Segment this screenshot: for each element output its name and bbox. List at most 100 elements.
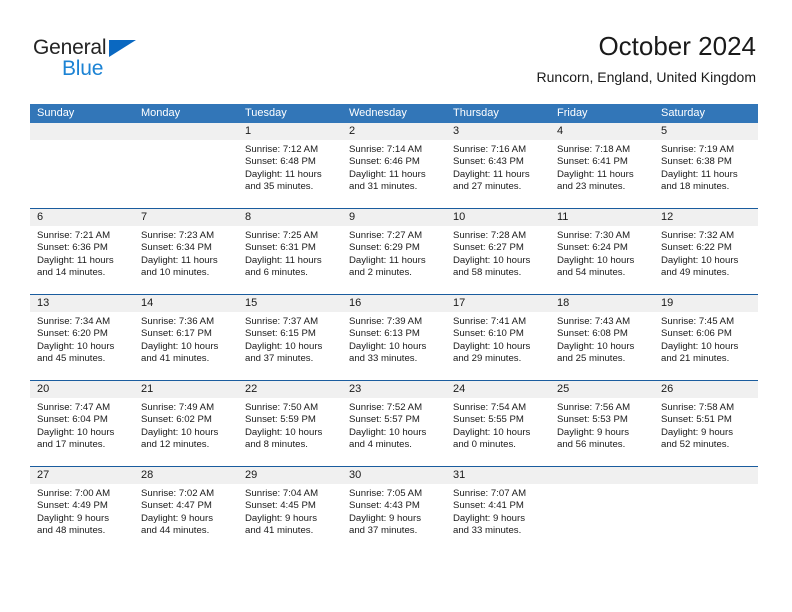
sunrise-text: Sunrise: 7:36 AM	[141, 316, 215, 327]
day-cell-12[interactable]: 12 Sunrise: 7:32 AM Sunset: 6:22 PM Dayligh…	[654, 209, 758, 294]
day-details: Sunrise: 7:18 AM Sunset: 6:41 PM Daylight:…	[550, 140, 654, 194]
sunset-text: Sunset: 5:57 PM	[349, 414, 420, 426]
daylight-text-line2: and 35 minutes.	[245, 181, 314, 193]
sunset-text: Sunset: 6:13 PM	[349, 328, 420, 340]
day-cell-30[interactable]: 30 Sunrise: 7:05 AM Sunset: 4:43 PM Dayligh…	[342, 467, 446, 552]
day-number: 19	[654, 295, 758, 312]
day-cell-3[interactable]: 3 Sunrise: 7:16 AM Sunset: 6:43 PM Daylight…	[446, 123, 550, 208]
daylight-text-line2: and 48 minutes.	[37, 525, 106, 537]
day-cell-23[interactable]: 23 Sunrise: 7:52 AM Sunset: 5:57 PM Dayligh…	[342, 381, 446, 466]
day-cell-17[interactable]: 17 Sunrise: 7:41 AM Sunset: 6:10 PM Dayligh…	[446, 295, 550, 380]
daylight-text-line2: and 10 minutes.	[141, 267, 210, 279]
daylight-text-line2: and 31 minutes.	[349, 181, 418, 193]
daylight-text-line1: Daylight: 9 hours	[349, 512, 421, 524]
day-cell-11[interactable]: 11 Sunrise: 7:30 AM Sunset: 6:24 PM Dayligh…	[550, 209, 654, 294]
day-number: 24	[446, 381, 550, 398]
sunset-text: Sunset: 6:24 PM	[557, 242, 628, 254]
day-number: 7	[134, 209, 238, 226]
day-details: Sunrise: 7:32 AM Sunset: 6:22 PM Daylight:…	[654, 226, 758, 280]
weekday-header-friday: Friday	[557, 107, 588, 119]
day-cell-19[interactable]: 19 Sunrise: 7:45 AM Sunset: 6:06 PM Dayligh…	[654, 295, 758, 380]
day-details: Sunrise: 7:16 AM Sunset: 6:43 PM Daylight:…	[446, 140, 550, 194]
day-number: 20	[30, 381, 134, 398]
day-cell-8[interactable]: 8 Sunrise: 7:25 AM Sunset: 6:31 PM Daylight…	[238, 209, 342, 294]
day-details: Sunrise: 7:19 AM Sunset: 6:38 PM Daylight:…	[654, 140, 758, 194]
sunrise-text: Sunrise: 7:27 AM	[349, 230, 423, 241]
day-details: Sunrise: 7:34 AM Sunset: 6:20 PM Daylight:…	[30, 312, 134, 366]
day-number	[550, 467, 654, 484]
day-cell-15[interactable]: 15 Sunrise: 7:37 AM Sunset: 6:15 PM Dayligh…	[238, 295, 342, 380]
sunset-text: Sunset: 4:43 PM	[349, 500, 420, 512]
day-cell-4[interactable]: 4 Sunrise: 7:18 AM Sunset: 6:41 PM Daylight…	[550, 123, 654, 208]
day-cell-20[interactable]: 20 Sunrise: 7:47 AM Sunset: 6:04 PM Dayligh…	[30, 381, 134, 466]
daylight-text-line1: Daylight: 11 hours	[453, 168, 530, 180]
day-cell-27[interactable]: 27 Sunrise: 7:00 AM Sunset: 4:49 PM Dayligh…	[30, 467, 134, 552]
sunrise-text: Sunrise: 7:04 AM	[245, 488, 319, 499]
calendar-weeks: 1 Sunrise: 7:12 AM Sunset: 6:48 PM Daylight…	[30, 123, 758, 552]
sunrise-text: Sunrise: 7:00 AM	[37, 488, 111, 499]
day-cell-31[interactable]: 31 Sunrise: 7:07 AM Sunset: 4:41 PM Dayligh…	[446, 467, 550, 552]
day-cell-16[interactable]: 16 Sunrise: 7:39 AM Sunset: 6:13 PM Dayligh…	[342, 295, 446, 380]
day-cell-10[interactable]: 10 Sunrise: 7:28 AM Sunset: 6:27 PM Dayligh…	[446, 209, 550, 294]
sunset-text: Sunset: 6:04 PM	[37, 414, 108, 426]
daylight-text-line2: and 17 minutes.	[37, 439, 106, 451]
day-cell-25[interactable]: 25 Sunrise: 7:56 AM Sunset: 5:53 PM Dayligh…	[550, 381, 654, 466]
sunset-text: Sunset: 6:38 PM	[661, 156, 732, 168]
day-cell-1[interactable]: 1 Sunrise: 7:12 AM Sunset: 6:48 PM Daylight…	[238, 123, 342, 208]
day-cell-2[interactable]: 2 Sunrise: 7:14 AM Sunset: 6:46 PM Daylight…	[342, 123, 446, 208]
daylight-text-line2: and 54 minutes.	[557, 267, 626, 279]
day-cell-empty	[30, 123, 134, 208]
day-cell-28[interactable]: 28 Sunrise: 7:02 AM Sunset: 4:47 PM Dayligh…	[134, 467, 238, 552]
day-details: Sunrise: 7:41 AM Sunset: 6:10 PM Daylight:…	[446, 312, 550, 366]
day-details: Sunrise: 7:49 AM Sunset: 6:02 PM Daylight:…	[134, 398, 238, 452]
calendar-grid: Sunday Monday Tuesday Wednesday Thursday Frid…	[30, 104, 758, 552]
sunrise-text: Sunrise: 7:18 AM	[557, 144, 631, 155]
daylight-text-line2: and 37 minutes.	[245, 353, 314, 365]
sunrise-text: Sunrise: 7:25 AM	[245, 230, 319, 241]
sunrise-text: Sunrise: 7:50 AM	[245, 402, 319, 413]
triangle-icon	[109, 40, 136, 57]
sunset-text: Sunset: 6:27 PM	[453, 242, 524, 254]
weekday-header-thursday: Thursday	[453, 107, 499, 119]
sunrise-text: Sunrise: 7:23 AM	[141, 230, 215, 241]
daylight-text-line1: Daylight: 10 hours	[661, 254, 739, 266]
daylight-text-line1: Daylight: 9 hours	[245, 512, 317, 524]
daylight-text-line1: Daylight: 11 hours	[245, 254, 322, 266]
sunset-text: Sunset: 6:08 PM	[557, 328, 628, 340]
calendar-week-row: 6 Sunrise: 7:21 AM Sunset: 6:36 PM Daylight…	[30, 208, 758, 294]
day-details: Sunrise: 7:39 AM Sunset: 6:13 PM Daylight:…	[342, 312, 446, 366]
day-cell-7[interactable]: 7 Sunrise: 7:23 AM Sunset: 6:34 PM Daylight…	[134, 209, 238, 294]
daylight-text-line2: and 29 minutes.	[453, 353, 522, 365]
day-number: 26	[654, 381, 758, 398]
day-number: 23	[342, 381, 446, 398]
sunset-text: Sunset: 6:48 PM	[245, 156, 316, 168]
day-cell-22[interactable]: 22 Sunrise: 7:50 AM Sunset: 5:59 PM Dayligh…	[238, 381, 342, 466]
daylight-text-line1: Daylight: 10 hours	[141, 426, 219, 438]
day-cell-24[interactable]: 24 Sunrise: 7:54 AM Sunset: 5:55 PM Dayligh…	[446, 381, 550, 466]
day-number	[134, 123, 238, 140]
day-cell-26[interactable]: 26 Sunrise: 7:58 AM Sunset: 5:51 PM Dayligh…	[654, 381, 758, 466]
day-cell-18[interactable]: 18 Sunrise: 7:43 AM Sunset: 6:08 PM Dayligh…	[550, 295, 654, 380]
day-cell-6[interactable]: 6 Sunrise: 7:21 AM Sunset: 6:36 PM Daylight…	[30, 209, 134, 294]
daylight-text-line1: Daylight: 10 hours	[141, 340, 219, 352]
day-cell-14[interactable]: 14 Sunrise: 7:36 AM Sunset: 6:17 PM Dayligh…	[134, 295, 238, 380]
day-cell-9[interactable]: 9 Sunrise: 7:27 AM Sunset: 6:29 PM Daylight…	[342, 209, 446, 294]
daylight-text-line1: Daylight: 11 hours	[245, 168, 322, 180]
page-title: October 2024	[598, 31, 756, 61]
sunset-text: Sunset: 4:49 PM	[37, 500, 108, 512]
daylight-text-line2: and 27 minutes.	[453, 181, 522, 193]
sunrise-text: Sunrise: 7:14 AM	[349, 144, 423, 155]
weekday-header-saturday: Saturday	[661, 107, 706, 119]
sunrise-text: Sunrise: 7:34 AM	[37, 316, 111, 327]
day-number: 22	[238, 381, 342, 398]
day-cell-29[interactable]: 29 Sunrise: 7:04 AM Sunset: 4:45 PM Dayligh…	[238, 467, 342, 552]
weekday-header-wednesday: Wednesday	[349, 107, 407, 119]
sunrise-text: Sunrise: 7:05 AM	[349, 488, 423, 499]
generalblue-logo[interactable]: General Blue	[33, 36, 163, 82]
day-cell-13[interactable]: 13 Sunrise: 7:34 AM Sunset: 6:20 PM Dayligh…	[30, 295, 134, 380]
sunrise-text: Sunrise: 7:39 AM	[349, 316, 423, 327]
logo-text-blue: Blue	[62, 57, 104, 80]
day-cell-5[interactable]: 5 Sunrise: 7:19 AM Sunset: 6:38 PM Daylight…	[654, 123, 758, 208]
day-cell-21[interactable]: 21 Sunrise: 7:49 AM Sunset: 6:02 PM Dayligh…	[134, 381, 238, 466]
sunset-text: Sunset: 6:29 PM	[349, 242, 420, 254]
